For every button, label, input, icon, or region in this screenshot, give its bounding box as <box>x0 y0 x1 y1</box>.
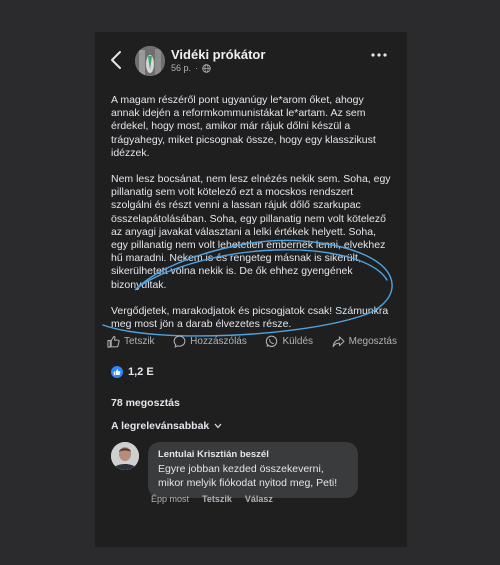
chevron-down-icon <box>214 423 222 429</box>
send-button[interactable]: Küldés <box>265 335 313 348</box>
more-options-icon[interactable] <box>371 52 387 58</box>
comment-bubble: Lentulai Krisztián beszél Egyre jobban k… <box>148 442 358 498</box>
post-actions: Tetszik Hozzászólás Küldés Megosztás <box>107 335 397 348</box>
like-label: Tetszik <box>124 336 155 347</box>
comment-text: Egyre jobban kezded összekeverni, mikor … <box>158 463 338 489</box>
page-avatar[interactable] <box>135 46 165 76</box>
post-text: A magam részéről pont ugyanúgy le*arom ő… <box>111 94 391 344</box>
shares-count[interactable]: 78 megosztás <box>111 397 180 409</box>
comment-time: Épp most <box>151 494 190 504</box>
commenter-avatar[interactable] <box>111 442 139 470</box>
comment-actions: Épp most Tetszik Válasz <box>151 494 273 504</box>
back-arrow-icon[interactable] <box>109 50 125 70</box>
globe-icon <box>202 63 211 73</box>
share-label: Megosztás <box>348 336 397 347</box>
share-button[interactable]: Megosztás <box>332 335 397 348</box>
like-button[interactable]: Tetszik <box>107 335 155 348</box>
reactions-summary[interactable]: 1,2 E <box>111 366 154 378</box>
like-reaction-icon <box>111 366 123 378</box>
comment-reply-button[interactable]: Válasz <box>245 494 273 504</box>
comment-label: Hozzászólás <box>190 336 247 347</box>
post-meta: 56 p. · <box>171 63 211 73</box>
whatsapp-icon <box>266 335 278 348</box>
comment-button[interactable]: Hozzászólás <box>173 335 247 348</box>
comment-like-button[interactable]: Tetszik <box>202 494 232 504</box>
share-arrow-icon <box>332 336 345 348</box>
thumbs-up-icon <box>107 335 120 348</box>
reactions-count: 1,2 E <box>128 366 154 378</box>
post-screenshot: Vidéki prókátor 56 p. · A magam részéről… <box>95 32 407 547</box>
post-paragraph: Nem lesz bocsánat, nem lesz elnézés neki… <box>111 173 391 291</box>
post-paragraph: Vergődjetek, marakodjatok és picsogjatok… <box>111 304 389 331</box>
post-time: 56 p. <box>171 63 192 73</box>
sort-label: A legrelevánsabbak <box>111 420 210 432</box>
post-paragraph: A magam részéről pont ugyanúgy le*arom ő… <box>111 94 376 159</box>
page-name[interactable]: Vidéki prókátor <box>171 47 265 62</box>
comment-sort-dropdown[interactable]: A legrelevánsabbak <box>111 420 222 432</box>
send-label: Küldés <box>282 336 314 347</box>
comment-bubble-icon <box>173 335 186 348</box>
comment-author[interactable]: Lentulai Krisztián beszél <box>158 449 348 460</box>
